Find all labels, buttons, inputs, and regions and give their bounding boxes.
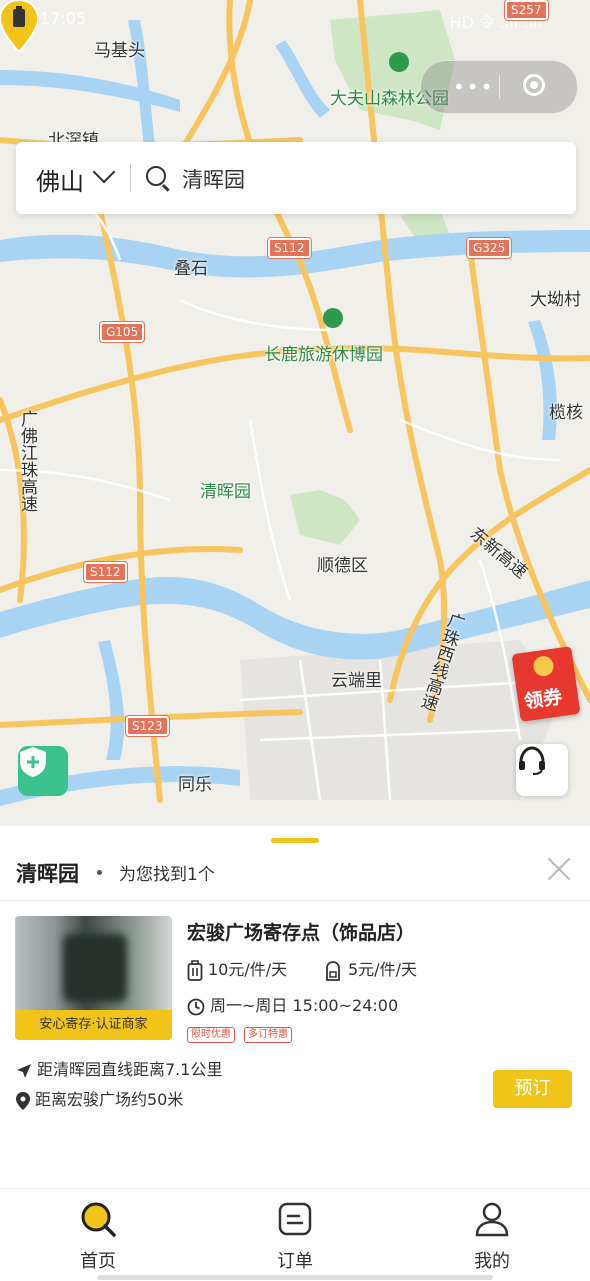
headset-icon [519,746,545,775]
location-pin-icon [16,1091,30,1110]
capsule-divider [499,75,500,99]
store-photo-blur [63,934,127,1002]
tab-orders[interactable]: 订单 [220,1189,370,1281]
results-title: 清晖园 [16,862,79,886]
price-large-item: 10元/件/天 [187,956,287,982]
coupon-label: 领券 [522,686,564,714]
sheet-drag-handle[interactable] [271,838,319,843]
distance-text: 距清晖园直线距离7.1公里 [37,1060,223,1079]
close-icon[interactable] [546,856,572,882]
road-badge-s123: S123 [125,715,170,737]
backpack-icon [326,960,340,981]
order-icon [278,1202,312,1236]
status-time: 17:05 [40,9,87,28]
close-miniprogram-icon[interactable] [523,74,545,96]
suitcase-icon [187,959,203,981]
map-view[interactable]: 17:05 HD 令 .ııl .ııl 马基头 北滘镇 大夫山森林公园 叠石 … [0,0,590,830]
safety-button[interactable] [18,746,68,796]
price-small: 5元/件/天 [348,960,417,979]
customer-service-button[interactable] [516,744,568,796]
title-dot [97,870,102,875]
search-bar[interactable]: 佛山 清晖园 [16,142,576,214]
user-icon [475,1202,509,1237]
home-indicator [97,1275,493,1280]
tab-orders-label: 订单 [277,1251,313,1272]
search-divider [130,164,131,192]
map-label-qinghuiyuan: 清晖园 [200,482,251,502]
clock-icon [187,998,205,1015]
map-label-tongle: 同乐 [178,775,212,795]
map-label-shunde: 顺德区 [317,556,368,576]
map-label-changlu: 长鹿旅游休博园 [264,345,383,365]
promo-tag: 限时优惠 [187,1027,235,1043]
map-label-lanhe: 榄核 [549,403,583,423]
map-label-majitou: 马基头 [94,41,145,61]
search-icon [146,166,166,186]
price-large: 10元/件/天 [208,960,288,979]
promo-tag: 多订特惠 [244,1027,293,1043]
certified-badge: 安心寄存·认证商家 [15,1010,172,1040]
tab-home-label: 首页 [80,1251,116,1272]
store-photo[interactable]: 安心寄存·认证商家 [15,916,172,1040]
hours-text: 周一~周日 15:00~24:00 [210,996,399,1015]
map-label-guangfo: 广佛江珠高速 [17,410,37,512]
map-label-yunduanli: 云端里 [331,671,382,691]
search-input[interactable]: 清晖园 [182,164,245,194]
more-icon[interactable]: ••• [453,77,494,97]
tab-profile-label: 我的 [474,1251,510,1272]
road-badge-s112: S112 [267,237,312,259]
book-button[interactable]: 预订 [493,1070,572,1108]
city-selector[interactable]: 佛山 [36,162,84,197]
navigation-arrow-icon [17,1063,31,1078]
shield-icon [20,747,46,777]
search-icon [81,1202,116,1237]
status-bar: 17:05 HD 令 .ııl .ııl [0,0,590,34]
coupon-button[interactable]: 领券 [511,646,581,722]
coin-icon [532,654,555,678]
road-badge-s257: S257 [504,0,549,21]
results-sheet: 清晖园 为您找到1个 安心寄存·认证商家 宏骏广场寄存点（饰品店） 10元/件/… [0,826,590,1188]
results-count: 为您找到1个 [119,865,215,885]
road-badge-s112-south: S112 [83,561,128,583]
opening-hours: 周一~周日 15:00~24:00 [187,992,398,1016]
location-text: 距离宏骏广场约50米 [35,1090,184,1109]
distance-line: 距清晖园直线距离7.1公里 [16,1056,222,1080]
tab-bar: 首页 订单 我的 [0,1188,590,1281]
map-canvas [0,0,590,806]
price-small-item: 5元/件/天 [323,956,417,982]
road-badge-g105: G105 [98,321,146,343]
storage-point-pin-icon[interactable] [0,0,38,52]
road-badge-g325: G325 [465,237,513,259]
tab-home[interactable]: 首页 [23,1189,173,1281]
miniprogram-capsule[interactable]: ••• [420,60,578,114]
map-label-dawucun: 大坳村 [530,290,581,310]
promo-tags: 限时优惠 多订特惠 [187,1022,296,1043]
map-label-dieshi: 叠石 [174,259,208,279]
tab-profile[interactable]: 我的 [417,1189,567,1281]
location-line: 距离宏骏广场约50米 [16,1086,183,1110]
store-name[interactable]: 宏骏广场寄存点（饰品店） [187,918,415,945]
sheet-divider [0,900,590,901]
chevron-down-icon[interactable] [92,160,116,184]
